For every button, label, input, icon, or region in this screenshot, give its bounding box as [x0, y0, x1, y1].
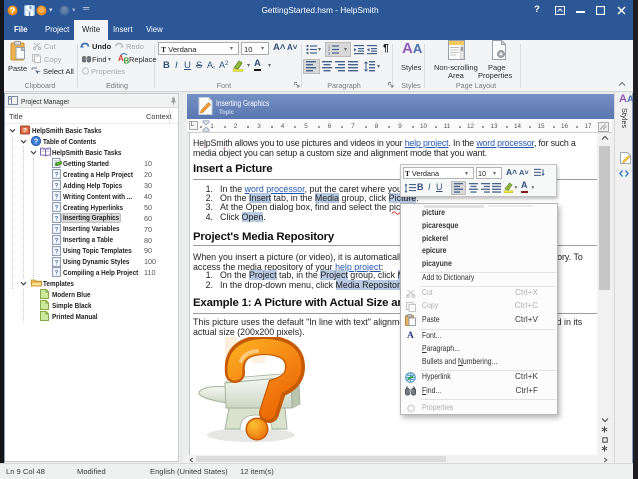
svg-text:3: 3 — [328, 52, 330, 55]
svg-text:?: ? — [10, 6, 15, 15]
svg-text:?: ? — [55, 226, 59, 233]
svg-text:?: ? — [23, 129, 27, 135]
svg-text:?: ? — [55, 215, 59, 222]
svg-text:?: ? — [55, 193, 59, 200]
svg-text:?: ? — [55, 204, 59, 211]
svg-text:?: ? — [55, 259, 59, 266]
svg-text:?: ? — [55, 270, 59, 277]
svg-text:?: ? — [34, 139, 38, 146]
svg-text:?: ? — [55, 172, 59, 179]
svg-text:?: ? — [55, 248, 59, 255]
svg-text:?: ? — [55, 183, 59, 190]
svg-text:?: ? — [55, 237, 59, 244]
